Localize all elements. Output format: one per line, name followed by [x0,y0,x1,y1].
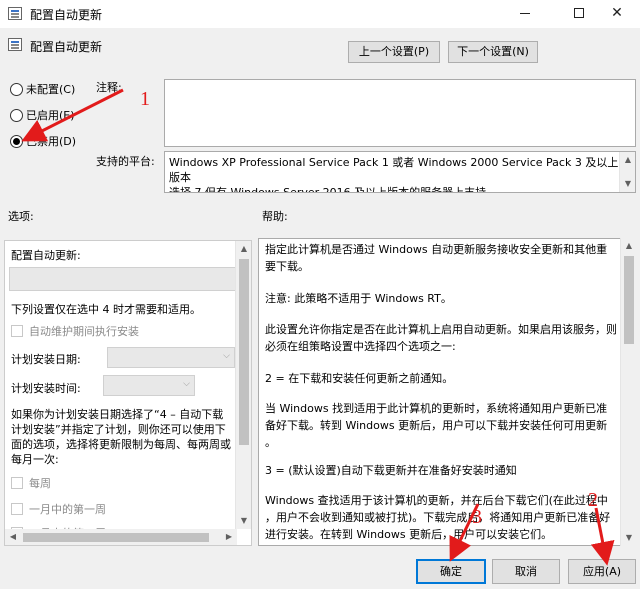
annotation-number-3: 3 [472,506,482,528]
annotation-number-2: 2 [588,489,598,511]
annotation-number-1: 1 [140,88,150,110]
annotation-arrow-1 [21,88,124,142]
annotation-layer [21,88,615,566]
annotation-arrow-2 [590,507,615,566]
